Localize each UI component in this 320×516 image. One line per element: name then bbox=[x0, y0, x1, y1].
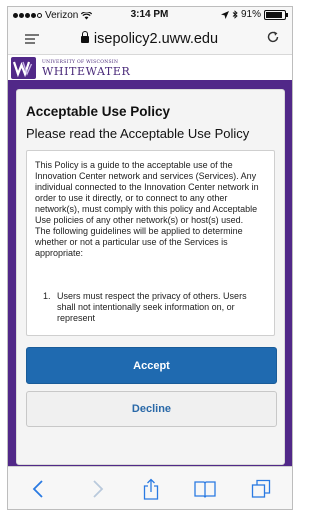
bluetooth-icon bbox=[232, 10, 238, 19]
back-icon[interactable] bbox=[27, 479, 49, 499]
lock-icon bbox=[80, 31, 89, 43]
policy-list-item: 1. Users must respect the privacy of oth… bbox=[43, 291, 257, 324]
status-bar: Verizon 3:14 PM 91% bbox=[7, 6, 292, 24]
forward-icon[interactable] bbox=[87, 479, 109, 499]
page-subtitle: Please read the Acceptable Use Policy bbox=[26, 126, 250, 141]
battery-level bbox=[266, 11, 282, 18]
list-item-text: Users must respect the privacy of others… bbox=[57, 291, 247, 323]
phone-screen: Verizon 3:14 PM 91% isepolicy2.uww.edu U… bbox=[7, 6, 292, 509]
policy-body-text: This Policy is a guide to the acceptable… bbox=[35, 160, 259, 258]
policy-card: Acceptable Use Policy Please read the Ac… bbox=[16, 89, 285, 465]
list-item-number: 1. bbox=[43, 291, 51, 301]
bookmarks-icon[interactable] bbox=[194, 479, 216, 499]
site-header: UNIVERSITY OF WISCONSIN WHITEWATER bbox=[7, 55, 292, 80]
share-icon[interactable] bbox=[140, 478, 162, 500]
battery-icon bbox=[264, 9, 288, 20]
tabs-icon[interactable] bbox=[250, 479, 272, 499]
address-bar[interactable]: isepolicy2.uww.edu bbox=[7, 24, 292, 55]
battery-percent: 91% bbox=[240, 9, 261, 20]
accept-button[interactable]: Accept bbox=[26, 347, 277, 384]
status-right: 91% bbox=[220, 9, 288, 20]
logo-title: WHITEWATER bbox=[42, 65, 131, 78]
url-text: isepolicy2.uww.edu bbox=[93, 31, 219, 47]
page-title: Acceptable Use Policy bbox=[26, 104, 171, 119]
location-icon bbox=[220, 10, 229, 19]
policy-scroll-area[interactable]: This Policy is a guide to the acceptable… bbox=[26, 150, 275, 336]
reload-icon[interactable] bbox=[266, 30, 280, 49]
university-logo-mark bbox=[11, 57, 36, 79]
browser-toolbar bbox=[7, 466, 292, 509]
url-display[interactable]: isepolicy2.uww.edu bbox=[7, 31, 292, 47]
decline-button[interactable]: Decline bbox=[26, 391, 277, 427]
